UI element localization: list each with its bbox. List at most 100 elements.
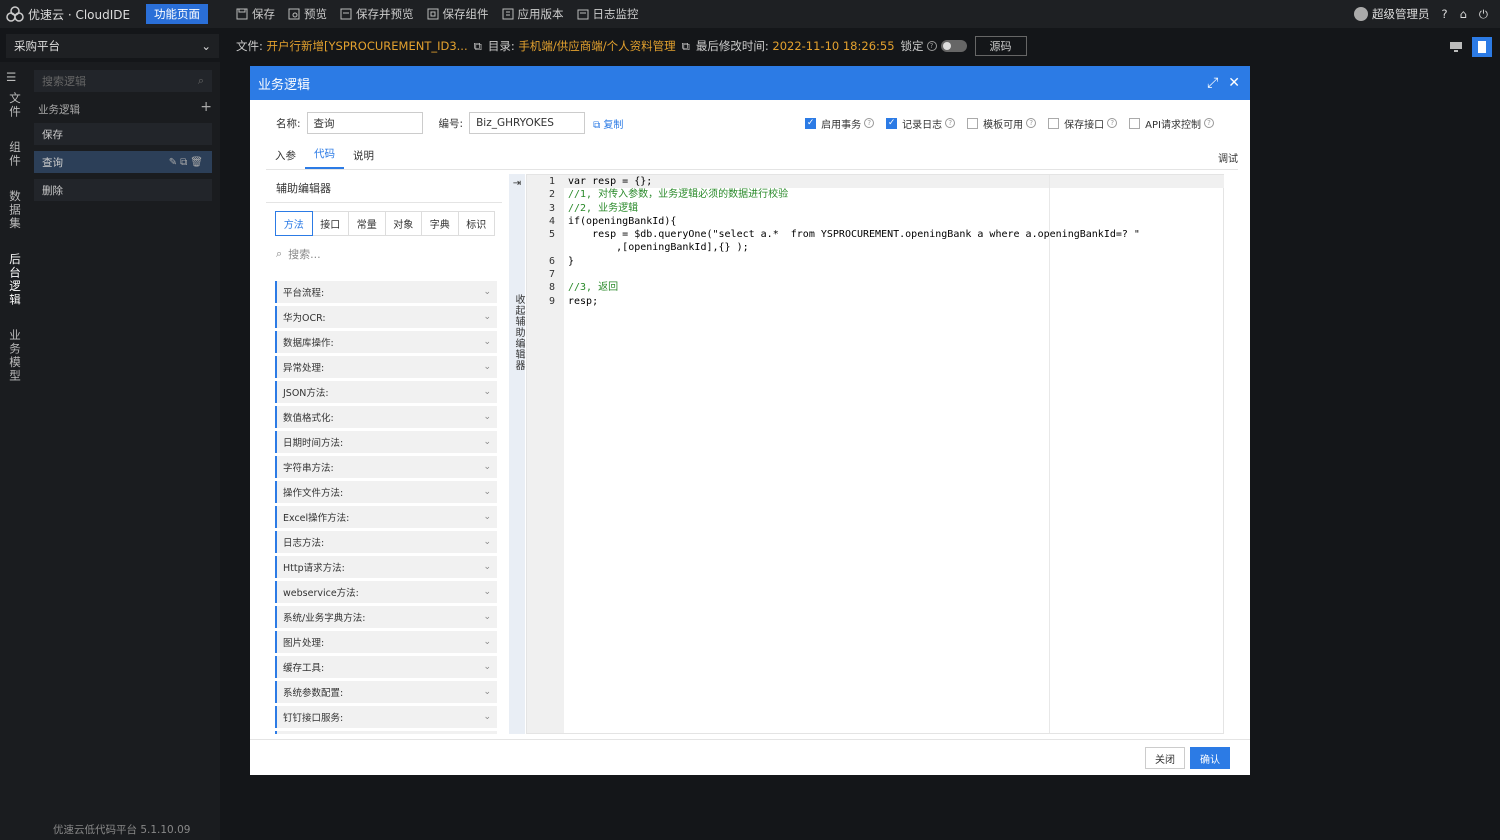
- helper-list-item[interactable]: 平台流程: ⌄: [275, 281, 497, 303]
- log-monitor-button[interactable]: 日志监控: [577, 6, 639, 22]
- line-number: 3: [548, 202, 555, 214]
- rail-item-file[interactable]: 文件: [7, 92, 23, 119]
- helper-tab-interface[interactable]: 接口: [311, 211, 349, 236]
- helper-list-item[interactable]: 字符串方法: ⌄: [275, 456, 497, 478]
- help-icon[interactable]: ?: [1441, 7, 1447, 21]
- copy-icon[interactable]: ⧉: [180, 157, 190, 168]
- helper-list-item[interactable]: 钉钉接口服务: ⌄: [275, 706, 497, 728]
- collapse-helper-button[interactable]: ⇥ 收起辅助编辑器: [509, 174, 525, 734]
- checkbox[interactable]: ✓: [805, 117, 817, 129]
- checkbox[interactable]: [1129, 117, 1141, 129]
- helper-list-item[interactable]: webservice方法: ⌄: [275, 581, 497, 603]
- helper-list-item[interactable]: 操作文件方法: ⌄: [275, 481, 497, 503]
- expand-icon[interactable]: ⤢: [1207, 75, 1218, 91]
- close-button[interactable]: 关闭: [1145, 747, 1185, 769]
- close-icon[interactable]: ✕: [1228, 75, 1240, 91]
- top-right: 超级管理员 ? ⌂ ⏻: [1353, 6, 1488, 22]
- line-number: 2: [548, 189, 555, 201]
- save-component-button[interactable]: 保存组件: [427, 6, 489, 22]
- user-menu[interactable]: 超级管理员: [1353, 6, 1429, 22]
- helper-list-item[interactable]: 缓存工具: ⌄: [275, 656, 497, 678]
- chevron-down-icon: ⌄: [483, 412, 491, 422]
- dir-value: 手机端/供应商端/个人资料管理: [518, 39, 676, 53]
- helper-list-item[interactable]: 日志方法: ⌄: [275, 531, 497, 553]
- helper-list-item[interactable]: Excel操作方法: ⌄: [275, 506, 497, 528]
- chevron-down-icon: ⌄: [483, 562, 491, 572]
- dialog-footer: 关闭 确认: [250, 739, 1250, 775]
- api-request-control-check[interactable]: API请求控制?: [1129, 116, 1214, 131]
- enable-transaction-check[interactable]: ✓ 启用事务?: [805, 116, 875, 131]
- lock-toggle[interactable]: [940, 40, 967, 52]
- record-log-check[interactable]: ✓ 记录日志?: [886, 116, 956, 131]
- search-icon: ⌕: [276, 247, 283, 260]
- tab-description[interactable]: 说明: [344, 148, 383, 169]
- helper-list-item[interactable]: 华为OCR: ⌄: [275, 306, 497, 328]
- save-preview-button[interactable]: 保存并预览: [340, 6, 414, 22]
- file-value: 开户行新增[YSPROCUREMENT_ID3...: [266, 39, 468, 53]
- helper-list-item[interactable]: 日期时间方法: ⌄: [275, 431, 497, 453]
- checkbox[interactable]: [1048, 117, 1060, 129]
- code-field[interactable]: Biz_GHRYOKES: [469, 112, 586, 134]
- helper-list-item[interactable]: JSON方法: ⌄: [275, 381, 497, 403]
- code-editor[interactable]: 1 234 5 6 789 var resp = {}; //1, 对传入参数，业务逻辑必…: [526, 174, 1224, 734]
- helper-list-item[interactable]: 数值格式化: ⌄: [275, 406, 497, 428]
- edit-icon[interactable]: ✎: [169, 157, 180, 168]
- delete-icon[interactable]: 🗑: [190, 157, 206, 168]
- helper-list-item[interactable]: Http请求方法: ⌄: [275, 556, 497, 578]
- code-line: if(openingBankId){: [568, 215, 677, 227]
- platform-select[interactable]: 采购平台 ⌄: [6, 34, 219, 58]
- sidebar-item-save[interactable]: 保存: [34, 123, 212, 145]
- helper-title: 辅助编辑器: [266, 174, 502, 203]
- desktop-view-icon[interactable]: [1446, 37, 1466, 57]
- helper-list-item[interactable]: 图片处理: ⌄: [275, 631, 497, 653]
- sidebar: 搜索逻辑 ⌕ 业务逻辑 + 保存 查询 ✎⧉🗑 删除: [26, 62, 220, 840]
- helper-tab-identifiers[interactable]: 标识: [457, 211, 495, 236]
- helper-list-item[interactable]: 系统/业务字典方法: ⌄: [275, 606, 497, 628]
- power-icon[interactable]: ⏻: [1479, 7, 1488, 22]
- tab-params[interactable]: 入参: [266, 148, 305, 169]
- left-rail: ☰ 文件 组件 数据集 后台逻辑 业务模型: [0, 62, 26, 840]
- rail-item-dataset[interactable]: 数据集: [7, 190, 23, 231]
- checkbox[interactable]: ✓: [886, 117, 898, 129]
- source-button[interactable]: 源码: [974, 36, 1027, 56]
- copy-link[interactable]: ⧉ 复制: [593, 116, 623, 131]
- helper-list-item[interactable]: 数据库操作: ⌄: [275, 331, 497, 353]
- mobile-view-icon[interactable]: [1472, 37, 1492, 57]
- name-field[interactable]: 查询: [306, 112, 423, 134]
- helper-list-item[interactable]: 任务调度:⌄: [275, 731, 497, 734]
- dialog-tabs: 入参 代码 说明: [266, 146, 1238, 170]
- helper-search-input[interactable]: ⌕ 搜索...: [276, 246, 502, 262]
- helper-tab-objects[interactable]: 对象: [384, 211, 422, 236]
- rail-item-component[interactable]: 组件: [7, 141, 23, 168]
- save-button[interactable]: 保存: [236, 6, 275, 22]
- copy-icon[interactable]: ⧉: [682, 39, 690, 54]
- rail-item-backend-logic[interactable]: 后台逻辑: [7, 253, 23, 307]
- copy-icon[interactable]: ⧉: [474, 39, 482, 54]
- tab-code[interactable]: 代码: [305, 146, 344, 169]
- logic-search-input[interactable]: 搜索逻辑 ⌕: [34, 70, 212, 92]
- template-available-check[interactable]: 模板可用?: [967, 116, 1037, 131]
- avatar: [1353, 7, 1368, 21]
- add-icon[interactable]: +: [200, 100, 212, 117]
- app-version-button[interactable]: 应用版本: [502, 6, 564, 22]
- helper-list-item[interactable]: 异常处理: ⌄: [275, 356, 497, 378]
- dialog-header: 业务逻辑 ⤢ ✕: [250, 66, 1250, 100]
- rail-collapse-icon[interactable]: ☰: [6, 70, 26, 84]
- helper-tab-methods[interactable]: 方法: [275, 211, 313, 236]
- help-icon: ?: [945, 118, 956, 128]
- rail-item-business-model[interactable]: 业务模型: [7, 329, 23, 383]
- helper-list-item[interactable]: 系统参数配置: ⌄: [275, 681, 497, 703]
- func-page-badge[interactable]: 功能页面: [146, 4, 208, 24]
- confirm-button[interactable]: 确认: [1190, 747, 1230, 769]
- sidebar-item-query[interactable]: 查询 ✎⧉🗑: [34, 151, 212, 173]
- helper-tab-dictionary[interactable]: 字典: [421, 211, 459, 236]
- sidebar-item-delete[interactable]: 删除: [34, 179, 212, 201]
- debug-button[interactable]: 调试: [1218, 150, 1238, 165]
- preview-button[interactable]: 预览: [288, 6, 327, 22]
- home-icon[interactable]: ⌂: [1460, 7, 1467, 21]
- save-interface-check[interactable]: 保存接口?: [1048, 116, 1118, 131]
- line-number: 1: [548, 176, 555, 187]
- helper-tab-constants[interactable]: 常量: [348, 211, 386, 236]
- checkbox[interactable]: [967, 117, 979, 129]
- chevron-down-icon: ⌄: [483, 487, 491, 497]
